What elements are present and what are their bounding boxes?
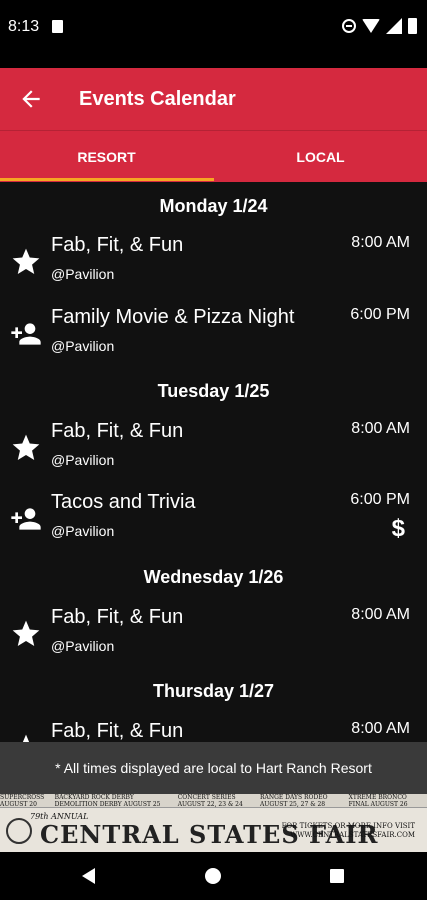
- event-location: @Pavilion: [51, 452, 115, 468]
- nav-home-icon[interactable]: [205, 868, 221, 884]
- wifi-icon: [362, 19, 380, 33]
- events-list[interactable]: Monday 1/24 Fab, Fit, & Fun @Pavilion 8:…: [0, 182, 427, 742]
- day-header: Monday 1/24: [159, 196, 268, 216]
- event-time: 6:00 PM: [350, 491, 410, 508]
- event-item[interactable]: Fab, Fit, & Fun @Pavilion 8:00 AM: [0, 414, 427, 484]
- event-title: Tacos and Trivia: [51, 491, 196, 513]
- page-title: Events Calendar: [79, 88, 236, 110]
- event-title: Fab, Fit, & Fun: [51, 420, 184, 442]
- person-add-icon: [11, 323, 41, 345]
- day-header: Tuesday 1/25: [157, 381, 270, 401]
- back-arrow-icon[interactable]: [18, 86, 44, 112]
- event-location: @Pavilion: [51, 338, 115, 354]
- day-header: Thursday 1/27: [152, 681, 275, 701]
- event-item[interactable]: Family Movie & Pizza Night @Pavilion 6:0…: [0, 300, 427, 370]
- event-time: 8:00 AM: [351, 420, 410, 437]
- person-add-icon: [11, 508, 41, 530]
- ad-event-item: BACKYARD ROCK DERBY DEMOLITION DERBY AUG…: [54, 794, 161, 808]
- signal-icon: [386, 18, 402, 34]
- system-nav-bar: [0, 852, 427, 900]
- tab-selected-indicator: [0, 178, 214, 181]
- ad-event-item: RANGE DAYS RODEO AUGUST 25, 27 & 28: [259, 794, 328, 808]
- timezone-disclaimer: * All times displayed are local to Hart …: [0, 742, 427, 794]
- price-dollar-icon: $: [391, 515, 405, 542]
- event-item[interactable]: Fab, Fit, & Fun 8:00 AM: [0, 714, 427, 742]
- event-title: Fab, Fit, & Fun: [51, 720, 184, 742]
- event-time: 8:00 AM: [351, 720, 410, 737]
- event-location: @Pavilion: [51, 638, 115, 654]
- ad-event-item: SUPERCROSS AUGUST 20: [0, 794, 45, 808]
- nav-back-icon[interactable]: [82, 868, 95, 884]
- status-bar: 8:13: [0, 0, 427, 56]
- event-location: @Pavilion: [51, 523, 115, 539]
- nav-recents-icon[interactable]: [330, 869, 344, 883]
- star-icon: [22, 734, 30, 742]
- event-title: Fab, Fit, & Fun: [51, 234, 184, 256]
- event-title: Family Movie & Pizza Night: [51, 306, 295, 328]
- event-time: 8:00 AM: [351, 606, 410, 623]
- star-icon: [12, 434, 40, 460]
- ad-event-item: CONCERT SERIES AUGUST 22, 23 & 24: [177, 794, 243, 808]
- tab-resort[interactable]: RESORT: [0, 131, 213, 183]
- battery-icon: [408, 18, 417, 34]
- tab-local[interactable]: LOCAL: [214, 131, 427, 183]
- ad-info-line: WWW.CENTRALSTATESFAIR.COM: [290, 831, 415, 839]
- ad-info: FOR TICKETS OR MORE INFO VISIT WWW.CENTR…: [282, 822, 415, 840]
- star-icon: [12, 620, 40, 646]
- star-icon: [12, 248, 40, 274]
- event-location: @Pavilion: [51, 266, 115, 282]
- ad-event-list: SUPERCROSS AUGUST 20 BACKYARD ROCK DERBY…: [0, 794, 427, 808]
- ad-banner[interactable]: SUPERCROSS AUGUST 20 BACKYARD ROCK DERBY…: [0, 794, 427, 852]
- status-icons: [342, 18, 417, 34]
- do-not-disturb-icon: [342, 19, 356, 33]
- event-item[interactable]: Fab, Fit, & Fun @Pavilion 8:00 AM: [0, 600, 427, 670]
- tab-bar: RESORT LOCAL: [0, 130, 427, 182]
- event-item[interactable]: Tacos and Trivia @Pavilion 6:00 PM $: [0, 485, 427, 555]
- fair-logo-icon: [6, 818, 32, 844]
- sim-card-icon: [52, 20, 63, 33]
- ad-event-item: XTREME BRONCO FINAL AUGUST 26: [348, 794, 408, 808]
- event-item[interactable]: Fab, Fit, & Fun @Pavilion 8:00 AM: [0, 228, 427, 298]
- ad-main: 79th ANNUAL CENTRAL STATES FAIR FOR TICK…: [0, 810, 427, 852]
- status-time: 8:13: [8, 18, 40, 35]
- event-time: 6:00 PM: [350, 306, 410, 323]
- event-title: Fab, Fit, & Fun: [51, 606, 184, 628]
- event-time: 8:00 AM: [351, 234, 410, 251]
- ad-info-line: FOR TICKETS OR MORE INFO VISIT: [281, 822, 415, 830]
- day-header: Wednesday 1/26: [143, 567, 284, 587]
